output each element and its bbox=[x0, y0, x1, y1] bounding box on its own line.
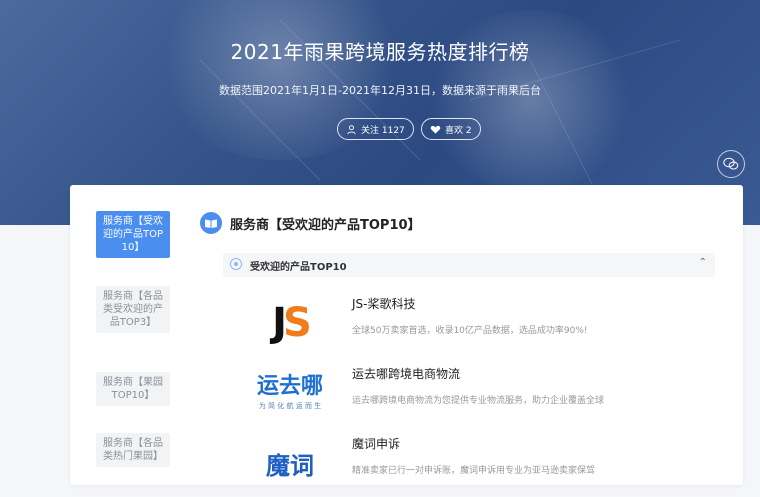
book-icon bbox=[200, 212, 222, 234]
moci-logo: 魔词 bbox=[250, 435, 330, 491]
item-name[interactable]: 魔词申诉 bbox=[352, 435, 400, 452]
sidebar-item-label: 服务商【受欢迎的产品TOP10】 bbox=[102, 216, 163, 253]
item-desc: 全球50万卖家首选，收录10亿产品数据，选品成功率90%! bbox=[352, 326, 588, 336]
wechat-icon bbox=[723, 157, 739, 170]
follow-label: 关注 1127 bbox=[361, 125, 405, 136]
sidebar-item-category-top3[interactable]: 服务商【各品类受欢迎的产品TOP3】 bbox=[96, 286, 170, 333]
js-logo: JS bbox=[250, 295, 330, 351]
item-name[interactable]: 运去哪跨境电商物流 bbox=[352, 365, 460, 382]
heart-icon bbox=[430, 125, 441, 134]
js-logo-j: J bbox=[272, 300, 287, 346]
chevron-up-icon[interactable]: ⌃ bbox=[699, 257, 707, 268]
sidebar-item-orchard-top10[interactable]: 服务商【果园TOP10】 bbox=[96, 372, 170, 406]
item-desc: 运去哪跨境电商物流为您提供专业物流服务，助力企业覆盖全球 bbox=[352, 396, 605, 406]
sidebar-item-label: 服务商【各品类受欢迎的产品TOP3】 bbox=[103, 291, 163, 328]
subsection-header[interactable]: 受欢迎的产品TOP10 ⌃ bbox=[223, 253, 715, 277]
yunquna-logo: 运去哪 为 简 化 航 运 而 生 bbox=[250, 365, 330, 421]
list-item[interactable]: 运去哪 为 简 化 航 运 而 生 运去哪跨境电商物流 运去哪跨境电商物流为您提… bbox=[250, 365, 710, 427]
js-logo-s: S bbox=[283, 300, 312, 346]
like-button[interactable]: 喜欢 2 bbox=[421, 118, 481, 140]
page-title: 2021年雨果跨境服务热度排行榜 bbox=[230, 40, 530, 64]
follow-button[interactable]: 关注 1127 bbox=[337, 118, 414, 140]
user-icon bbox=[347, 124, 356, 134]
sidebar-item-label: 服务商【果园TOP10】 bbox=[103, 377, 163, 401]
yunquna-logo-slogan: 为 简 化 航 运 而 生 bbox=[258, 402, 322, 410]
sidebar-item-label: 服务商【各品类热门果园】 bbox=[103, 438, 163, 462]
sidebar-item-category-orchards[interactable]: 服务商【各品类热门果园】 bbox=[96, 433, 170, 467]
content-card: 服务商【受欢迎的产品TOP10】 服务商【各品类受欢迎的产品TOP3】 服务商【… bbox=[70, 185, 743, 485]
item-desc: 精准卖家已行一对申诉账，魔词申诉用专业为亚马逊卖家保驾 bbox=[352, 466, 596, 476]
yunquna-logo-text: 运去哪 bbox=[256, 374, 323, 399]
moci-logo-text: 魔词 bbox=[266, 451, 314, 480]
list-item[interactable]: JS JS-桨歌科技 全球50万卖家首选，收录10亿产品数据，选品成功率90%! bbox=[250, 295, 710, 357]
list-item[interactable]: 魔词 魔词申诉 精准卖家已行一对申诉账，魔词申诉用专业为亚马逊卖家保驾 bbox=[250, 435, 710, 497]
page-subtitle: 数据范围2021年1月1日-2021年12月31日，数据来源于雨果后台 bbox=[219, 84, 541, 97]
like-label: 喜欢 2 bbox=[445, 125, 472, 136]
sidebar-item-popular-top10[interactable]: 服务商【受欢迎的产品TOP10】 bbox=[96, 211, 170, 258]
target-icon bbox=[230, 258, 242, 270]
item-name[interactable]: JS-桨歌科技 bbox=[352, 295, 416, 312]
section-title: 服务商【受欢迎的产品TOP10】 bbox=[230, 218, 421, 233]
wechat-share-button[interactable] bbox=[717, 150, 745, 178]
subsection-title: 受欢迎的产品TOP10 bbox=[250, 262, 347, 273]
